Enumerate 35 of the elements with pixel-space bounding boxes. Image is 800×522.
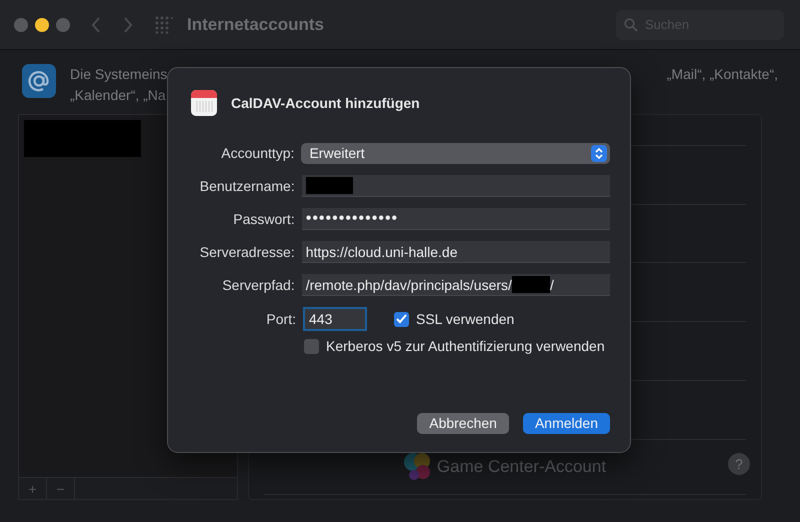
field-label: Port: — [265, 310, 296, 328]
checkbox[interactable] — [394, 312, 409, 326]
window-title: Internetaccounts — [187, 14, 324, 36]
account-type-select[interactable]: Erweitert — [301, 143, 610, 164]
field-label: Serveradresse: — [198, 242, 295, 262]
input-field[interactable]: •••••••••••••• — [302, 208, 610, 230]
calendar-icon — [191, 90, 217, 116]
checkbox[interactable] — [304, 339, 319, 354]
description-text: Die Systemeins — [70, 65, 168, 84]
input-field[interactable]: https://cloud.uni-halle.de — [302, 241, 610, 263]
dialog-title: CalDAV-Account hinzufügen — [231, 94, 420, 113]
search-icon — [624, 18, 638, 32]
sign-in-button[interactable]: Anmelden — [522, 413, 610, 434]
grid-icon[interactable] — [155, 16, 173, 34]
field-label: Serverpfad: — [221, 276, 295, 295]
field-label: Accounttyp: — [220, 144, 294, 163]
window-control-icon[interactable] — [35, 18, 49, 32]
bubbles-icon — [404, 453, 430, 480]
input-field[interactable]: /remote.php/dav/principals/users/ / — [302, 274, 610, 296]
port-field[interactable]: 443 — [303, 307, 367, 331]
redaction-bar — [306, 177, 353, 194]
redaction-bar — [512, 276, 550, 293]
forward-icon[interactable] — [123, 16, 133, 32]
at-sign-icon — [22, 64, 56, 98]
description-text: „Kalender“, „Na — [70, 86, 166, 105]
description-text: „Mail“, „Kontakte“, — [666, 65, 778, 84]
checkbox-label: Kerberos v5 zur Authentifizierung verwenden — [326, 337, 605, 356]
cancel-button[interactable]: Abbrechen — [417, 413, 509, 434]
back-icon[interactable] — [91, 16, 101, 32]
field-label: Benutzername: — [198, 176, 295, 196]
input-field[interactable] — [302, 175, 610, 197]
field-label: Passwort: — [232, 210, 295, 228]
checkbox-label: SSL verwenden — [416, 310, 514, 328]
chevron-updown-icon — [591, 145, 607, 162]
account-label: Game Center-Account — [436, 456, 606, 478]
